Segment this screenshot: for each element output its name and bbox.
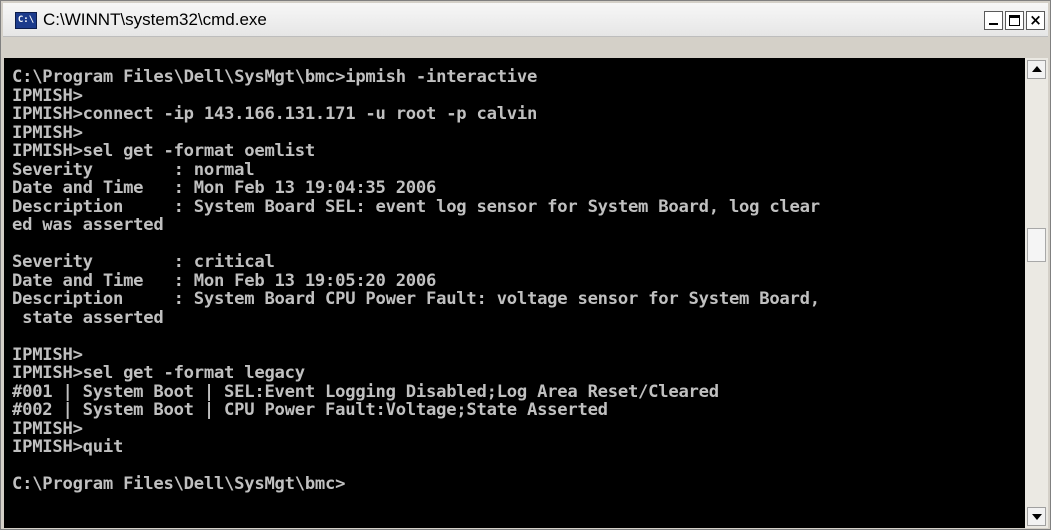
maximize-icon — [1009, 15, 1020, 26]
console-line: Description : System Board SEL: event lo… — [12, 196, 820, 217]
console-text: C:\Program Files\Dell\SysMgt\bmc>ipmish … — [12, 68, 1025, 494]
scroll-up-button[interactable] — [1027, 60, 1046, 79]
close-icon: × — [1029, 11, 1042, 29]
minimize-icon — [989, 23, 998, 25]
console-line: ed was asserted — [12, 215, 164, 235]
console-line: IPMISH>sel get -format legacy — [12, 363, 305, 383]
arrow-down-icon — [1032, 514, 1042, 520]
console-line: #001 | System Boot | SEL:Event Logging D… — [12, 381, 719, 402]
console-line: Date and Time : Mon Feb 13 19:04:35 2006 — [12, 178, 437, 198]
vertical-scrollbar[interactable] — [1025, 58, 1048, 528]
arrow-up-icon — [1032, 66, 1042, 72]
cmd-window: C:\ C:\WINNT\system32\cmd.exe × C:\Progr… — [0, 0, 1051, 530]
console-line: Severity : normal — [12, 159, 255, 180]
console-line: IPMISH> — [12, 122, 83, 143]
console-line: IPMISH> — [12, 344, 83, 365]
console-line: C:\Program Files\Dell\SysMgt\bmc>ipmish … — [12, 67, 538, 87]
console-line: C:\Program Files\Dell\SysMgt\bmc> — [12, 474, 346, 494]
maximize-button[interactable] — [1005, 11, 1024, 30]
cmd-app-icon[interactable]: C:\ — [15, 12, 37, 29]
console-line: IPMISH>connect -ip 143.166.131.171 -u ro… — [12, 104, 538, 124]
console-line: Description : System Board CPU Power Fau… — [12, 289, 820, 309]
console-line: IPMISH>quit — [12, 437, 124, 457]
console-line: #002 | System Boot | CPU Power Fault:Vol… — [12, 400, 608, 420]
console-line: Date and Time : Mon Feb 13 19:05:20 2006 — [12, 270, 437, 291]
console-line: IPMISH> — [12, 418, 83, 439]
minimize-button[interactable] — [984, 11, 1003, 30]
scroll-thumb[interactable] — [1027, 228, 1046, 262]
console-line: state asserted — [12, 307, 164, 328]
console-output[interactable]: C:\Program Files\Dell\SysMgt\bmc>ipmish … — [4, 58, 1025, 528]
window-title: C:\WINNT\system32\cmd.exe — [43, 10, 267, 29]
console-line: IPMISH>sel get -format oemlist — [12, 141, 315, 161]
title-bar[interactable]: C:\ C:\WINNT\system32\cmd.exe × — [3, 3, 1048, 37]
scroll-down-button[interactable] — [1027, 507, 1046, 526]
console-line: IPMISH> — [12, 85, 83, 106]
console-line: Severity : critical — [12, 252, 275, 272]
close-button[interactable]: × — [1026, 11, 1045, 30]
